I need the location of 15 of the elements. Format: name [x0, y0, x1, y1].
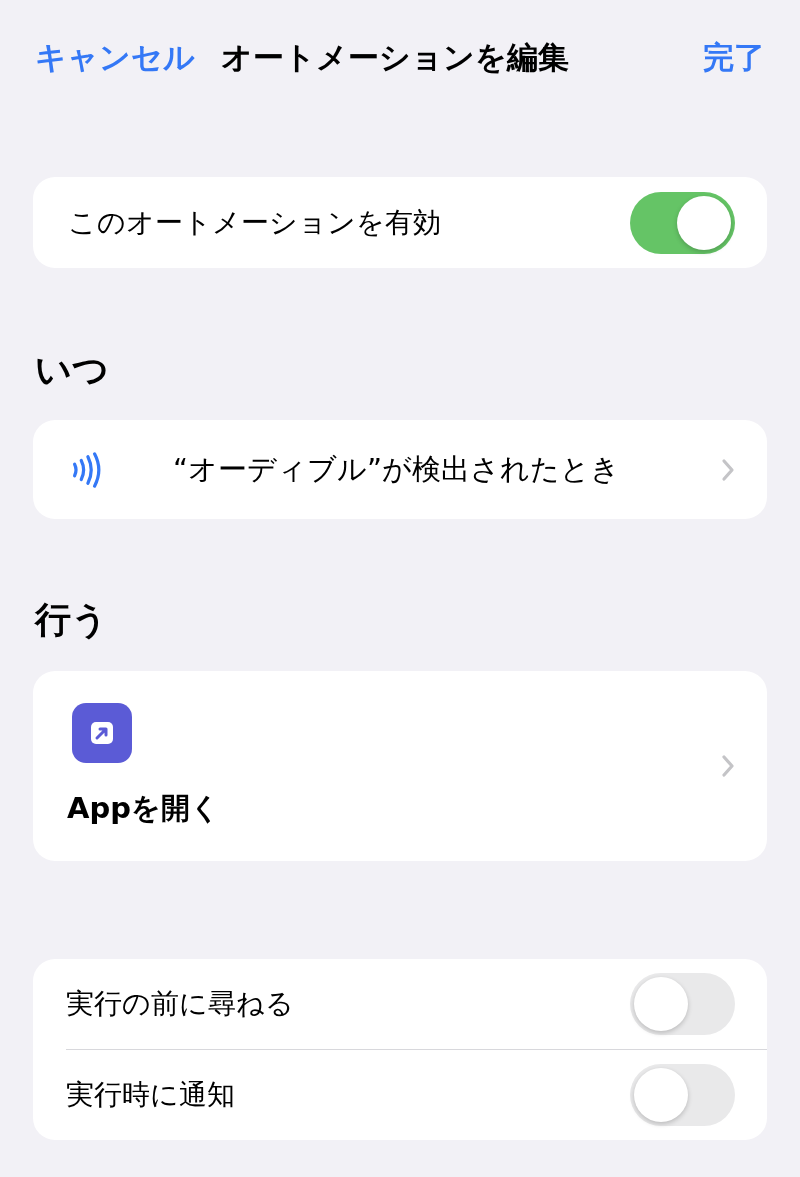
option-label: 実行の前に尋ねる [66, 986, 294, 1022]
option-label: 実行時に通知 [66, 1077, 235, 1113]
done-button[interactable]: 完了 [703, 37, 765, 79]
section-header: 行う [33, 598, 109, 642]
enable-label: このオートメーションを有効 [68, 204, 441, 241]
trigger-row[interactable]: “オーディブル”が検出されたとき [33, 420, 767, 519]
action-card[interactable]: Appを開く [33, 671, 767, 861]
action-label: Appを開く [67, 790, 220, 827]
chevron-icon [721, 754, 735, 778]
cancel-button[interactable]: キャンセル [35, 37, 195, 79]
section-header: いつ [34, 348, 110, 392]
trigger-label: “オーディブル”が検出されたとき [173, 450, 622, 488]
open-app-icon [72, 703, 132, 763]
chevron-icon [721, 457, 735, 482]
screen-title: オートメーションを編集 [221, 38, 570, 77]
